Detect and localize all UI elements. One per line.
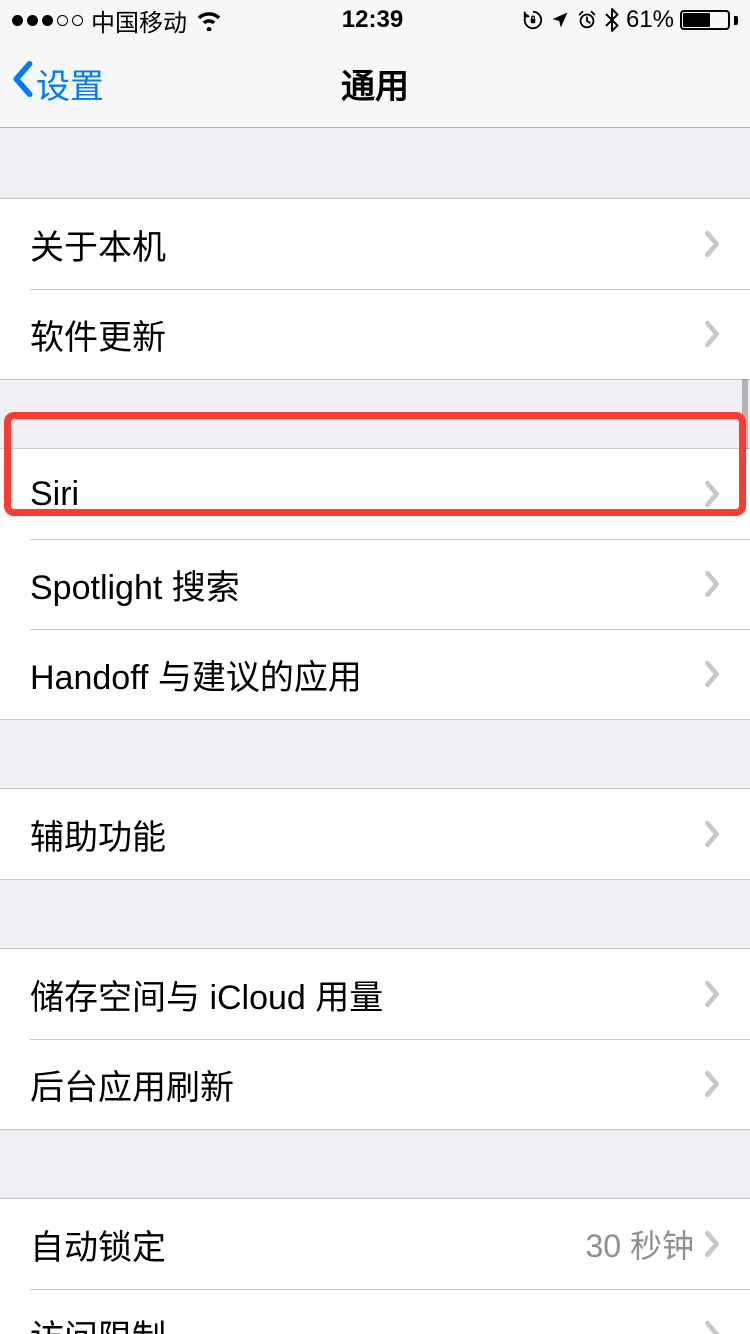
back-label: 设置 (36, 59, 104, 108)
row-value: 30 秒钟 (586, 1221, 695, 1267)
group-about: 关于本机 软件更新 (0, 198, 750, 380)
chevron-right-icon (704, 570, 720, 598)
group-accessibility: 辅助功能 (0, 788, 750, 880)
row-software-update[interactable]: 软件更新 (0, 289, 750, 379)
row-label: 后台应用刷新 (30, 1060, 704, 1109)
row-spotlight[interactable]: Spotlight 搜索 (0, 539, 750, 629)
chevron-right-icon (704, 480, 720, 508)
carrier-label: 中国移动 (91, 3, 187, 38)
row-label: 储存空间与 iCloud 用量 (30, 970, 704, 1019)
alarm-icon (576, 9, 598, 31)
rotation-lock-icon (522, 9, 544, 31)
row-label: 关于本机 (30, 220, 704, 269)
wifi-icon (195, 9, 223, 31)
battery-icon (680, 10, 738, 30)
row-label: 软件更新 (30, 310, 704, 359)
row-autolock[interactable]: 自动锁定 30 秒钟 (0, 1199, 750, 1289)
row-about[interactable]: 关于本机 (0, 199, 750, 289)
row-restrictions[interactable]: 访问限制 (0, 1289, 750, 1334)
row-siri[interactable]: Siri (0, 449, 750, 539)
group-storage: 储存空间与 iCloud 用量 后台应用刷新 (0, 948, 750, 1130)
row-label: 自动锁定 (30, 1220, 586, 1269)
back-button[interactable]: 设置 (10, 59, 104, 108)
status-bar: 中国移动 12:39 61% (0, 0, 750, 40)
content: 关于本机 软件更新 Siri Spotlight 搜索 Handoff 与建议的… (0, 128, 750, 1334)
row-label: Siri (30, 475, 704, 514)
chevron-right-icon (704, 1070, 720, 1098)
page-title: 通用 (0, 59, 750, 108)
group-siri: Siri Spotlight 搜索 Handoff 与建议的应用 (0, 448, 750, 720)
row-label: Handoff 与建议的应用 (30, 650, 704, 699)
row-background-refresh[interactable]: 后台应用刷新 (0, 1039, 750, 1129)
chevron-right-icon (704, 1230, 720, 1258)
row-handoff[interactable]: Handoff 与建议的应用 (0, 629, 750, 719)
chevron-right-icon (704, 230, 720, 258)
battery-percent: 61% (626, 6, 674, 34)
bluetooth-icon (604, 8, 620, 32)
chevron-right-icon (704, 660, 720, 688)
signal-strength-icon (12, 15, 83, 26)
row-label: Spotlight 搜索 (30, 560, 704, 609)
chevron-right-icon (704, 820, 720, 848)
chevron-right-icon (704, 1320, 720, 1334)
chevron-right-icon (704, 320, 720, 348)
row-label: 辅助功能 (30, 810, 704, 859)
group-autolock: 自动锁定 30 秒钟 访问限制 (0, 1198, 750, 1334)
status-left: 中国移动 (12, 3, 223, 38)
row-label: 访问限制 (30, 1310, 704, 1334)
location-icon (550, 10, 570, 30)
status-right: 61% (522, 6, 738, 34)
chevron-right-icon (704, 980, 720, 1008)
row-storage-icloud[interactable]: 储存空间与 iCloud 用量 (0, 949, 750, 1039)
clock: 12:39 (342, 6, 403, 34)
row-accessibility[interactable]: 辅助功能 (0, 789, 750, 879)
nav-bar: 设置 通用 (0, 40, 750, 128)
chevron-left-icon (10, 60, 34, 107)
